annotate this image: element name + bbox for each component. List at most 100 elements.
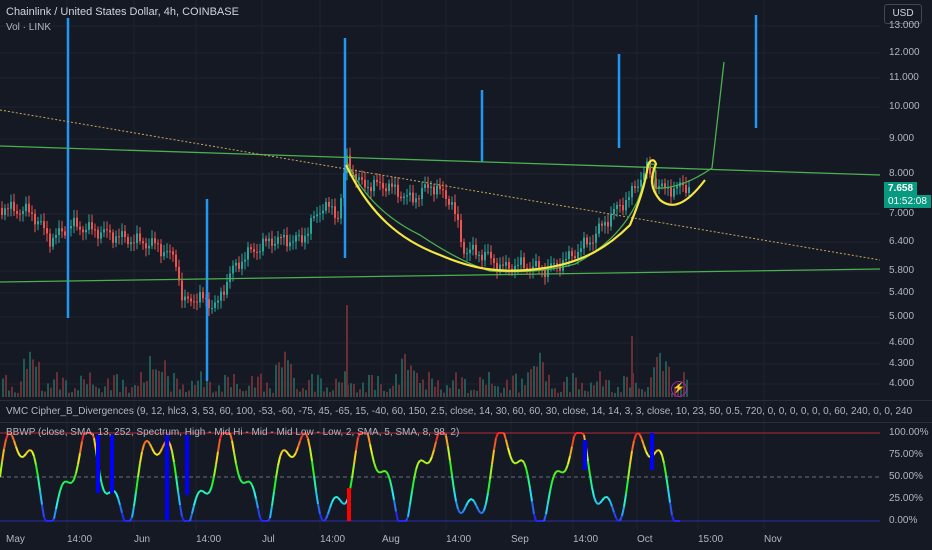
bbwp-segment <box>395 511 399 522</box>
candle-body <box>436 185 438 195</box>
volume-bar <box>122 379 124 397</box>
bbwp-segment <box>415 463 419 471</box>
bbwp-segment <box>429 456 433 462</box>
volume-bar <box>344 371 346 397</box>
volume-bar <box>368 374 370 397</box>
candle-body <box>241 261 243 269</box>
bbwp-segment <box>517 459 521 463</box>
candle-body <box>130 242 132 245</box>
candle-body <box>25 203 27 212</box>
candle-body <box>469 249 471 254</box>
bbwp-segment <box>175 475 179 492</box>
bbwp-segment <box>625 479 629 495</box>
candle-body <box>112 232 114 243</box>
volume-bar <box>218 385 220 397</box>
bbwp-segment <box>601 497 605 502</box>
candle-body <box>13 201 15 212</box>
volume-bar <box>206 380 208 397</box>
volume-bar <box>479 377 481 397</box>
bbwp-segment <box>627 464 631 480</box>
bbwp-indicator-label[interactable]: BBWP (close, SMA, 13, 252, Spectrum, Hig… <box>6 427 459 438</box>
volume-bar <box>272 392 274 397</box>
bbwp-segment <box>197 490 201 494</box>
volume-bar <box>59 389 61 397</box>
candle-body <box>184 296 186 301</box>
volume-bar <box>332 390 334 397</box>
bbwp-segment <box>327 507 331 515</box>
bbwp-segment <box>405 516 409 522</box>
bbwp-segment <box>471 498 475 502</box>
volume-bar <box>452 380 454 397</box>
candle-body <box>283 234 285 238</box>
candle-body <box>232 265 234 274</box>
bbwp-extreme-bar <box>347 488 351 521</box>
volume-bar <box>287 360 289 397</box>
time-tick-label: Jul <box>262 534 275 545</box>
candle-body <box>340 198 342 219</box>
volume-bar <box>653 367 655 397</box>
last-price-tag: 7.658 <box>884 182 918 195</box>
volume-bar <box>17 392 19 397</box>
candle-body <box>94 229 96 231</box>
bbwp-segment <box>493 437 497 451</box>
candle-body <box>55 235 57 238</box>
candle-body <box>286 234 288 247</box>
bbwp-segment <box>465 501 469 507</box>
candle-body <box>310 218 312 234</box>
candle-body <box>397 184 399 197</box>
vmc-indicator-label[interactable]: VMC Cipher_B_Divergences (9, 12, hlc3, 3… <box>6 406 912 417</box>
volume-bar <box>341 382 343 397</box>
bbwp-segment <box>279 451 283 458</box>
pane-separator[interactable] <box>0 422 932 423</box>
volume-bar <box>608 380 610 397</box>
pane-separator[interactable] <box>0 400 932 401</box>
candle-body <box>154 238 156 244</box>
candle-body <box>10 201 12 209</box>
volume-bar <box>536 366 538 397</box>
chart-canvas[interactable] <box>0 0 932 550</box>
candle-body <box>172 251 174 255</box>
bbwp-segment <box>75 464 79 474</box>
candle-body <box>163 252 165 257</box>
symbol-title[interactable]: Chainlink / United States Dollar, 4h, CO… <box>6 6 239 18</box>
lightning-icon[interactable]: ⚡ <box>671 381 687 397</box>
volume-bar <box>101 392 103 397</box>
volume-bar <box>473 389 475 397</box>
candle-body <box>376 179 378 182</box>
volume-bar <box>251 376 253 397</box>
volume-bar <box>152 369 154 397</box>
candle-body <box>508 261 510 269</box>
candle-body <box>619 204 621 206</box>
bbwp-segment <box>287 452 291 457</box>
price-tick-label: 11.000 <box>889 72 919 83</box>
candle-body <box>223 291 225 295</box>
bbwp-segment <box>449 460 453 476</box>
candle-body <box>238 262 240 269</box>
bbwp-segment <box>169 443 173 452</box>
candle-body <box>616 204 618 210</box>
volume-bar <box>35 366 37 397</box>
bbwp-segment <box>297 440 301 448</box>
candle-body <box>394 184 396 187</box>
candle-body <box>481 254 483 261</box>
volume-bar <box>230 387 232 397</box>
bbwp-segment <box>451 475 455 490</box>
candle-body <box>598 223 600 234</box>
bbwp-segment <box>1 448 5 463</box>
candle-body <box>190 298 192 302</box>
volume-label[interactable]: Vol · LINK <box>6 22 51 33</box>
time-tick-label: Oct <box>637 534 653 545</box>
volume-bar <box>590 382 592 397</box>
bbwp-segment <box>447 446 451 461</box>
bbwp-segment <box>171 451 175 463</box>
candle-body <box>580 248 582 252</box>
volume-bar <box>554 388 556 397</box>
candle-body <box>1 208 3 215</box>
candle-body <box>526 268 528 270</box>
candle-body <box>385 188 387 192</box>
volume-bar <box>416 372 418 397</box>
bbwp-segment <box>613 512 617 519</box>
volume-bar <box>467 392 469 397</box>
bbwp-segment <box>251 484 255 491</box>
candle-body <box>259 251 261 253</box>
